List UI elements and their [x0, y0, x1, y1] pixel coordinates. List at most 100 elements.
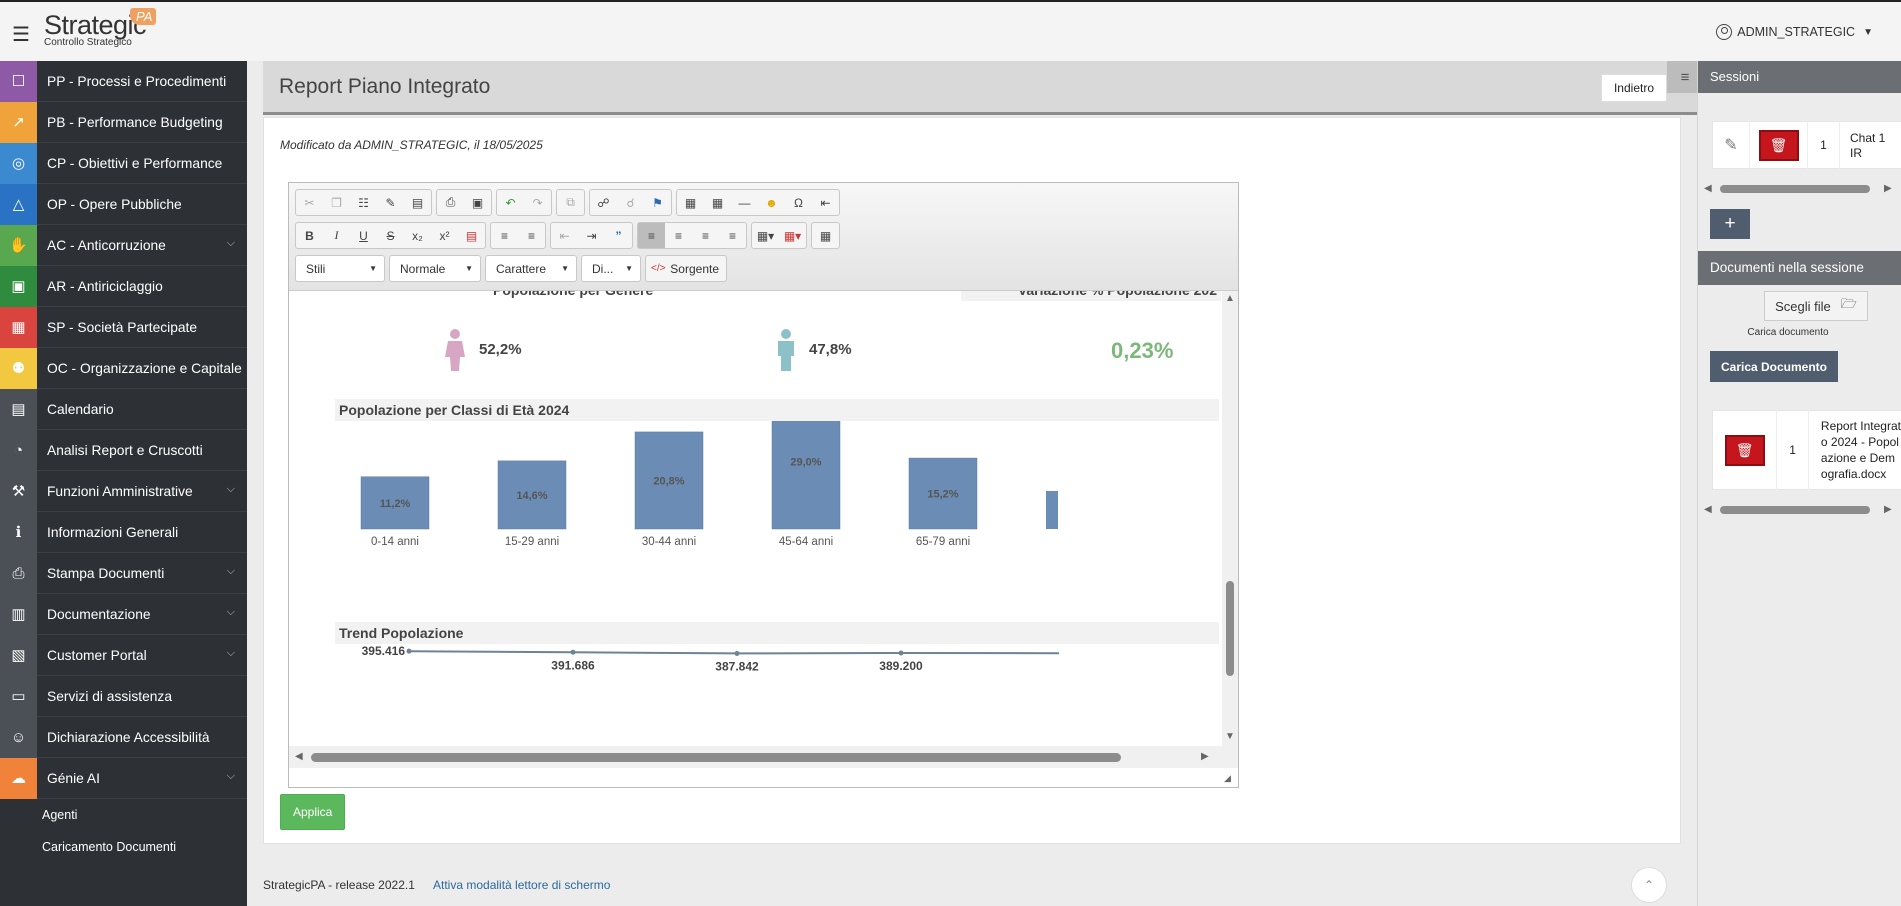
- documents-scroll-thumb[interactable]: [1720, 506, 1870, 514]
- preview-icon[interactable]: ▣: [464, 190, 491, 215]
- undo-icon[interactable]: ↶: [497, 190, 524, 215]
- smiley-icon[interactable]: ☻: [758, 190, 785, 215]
- scroll-left-arrow-icon[interactable]: ◀: [1704, 183, 1712, 194]
- vertical-scroll-thumb[interactable]: [1226, 581, 1234, 676]
- sidebar-item-pp-processi-e-procedimenti[interactable]: ☐ PP - Processi e Procedimenti: [0, 60, 247, 102]
- anchor-flag-icon[interactable]: ⚑: [644, 190, 671, 215]
- session-index: 1: [1807, 121, 1839, 169]
- sidebar-item-ac-anticorruzione[interactable]: ✋ AC - Anticorruzione ⌵: [0, 224, 247, 266]
- editor-content[interactable]: Popolazione per Genere Variazione % Popo…: [289, 291, 1238, 787]
- sidebar-item-analisi-report-e-cruscotti[interactable]: ◔ Analisi Report e Cruscotti: [0, 429, 247, 471]
- align-center-icon[interactable]: ≡: [665, 223, 692, 248]
- size-select[interactable]: Di... ▼: [581, 255, 641, 282]
- subscript-icon[interactable]: x₂: [404, 223, 431, 248]
- sidebar-item-dichiarazione-accessibilit[interactable]: ☺ Dichiarazione Accessibilità: [0, 716, 247, 758]
- edit-icon[interactable]: ✎: [1713, 135, 1749, 155]
- scroll-left-arrow-icon[interactable]: ◀: [1704, 504, 1712, 515]
- indent-icon[interactable]: ⇥: [578, 223, 605, 248]
- sessions-scrollbar[interactable]: ◀ ▶: [1698, 182, 1901, 196]
- list-group: ≡ ≡: [490, 222, 546, 249]
- align-right-icon[interactable]: ≡: [692, 223, 719, 248]
- link-icon[interactable]: ☍: [590, 190, 617, 215]
- sidebar-subitem-caricamento-documenti[interactable]: Caricamento Documenti: [0, 831, 247, 863]
- scroll-left-arrow-icon[interactable]: ◀: [295, 751, 303, 762]
- sidebar-item-g-nie-ai[interactable]: ☁ Génie AI ⌵: [0, 757, 247, 799]
- back-button[interactable]: Indietro: [1600, 74, 1667, 102]
- align-justify-icon[interactable]: ≡: [719, 223, 746, 248]
- bold-icon[interactable]: B: [296, 223, 323, 248]
- sidebar-item-informazioni-generali[interactable]: ℹ Informazioni Generali: [0, 511, 247, 553]
- scroll-right-arrow-icon[interactable]: ▶: [1884, 504, 1892, 515]
- blockquote-icon[interactable]: ”: [605, 223, 632, 248]
- italic-icon[interactable]: I: [323, 223, 350, 248]
- paste-word-icon[interactable]: ▤: [404, 190, 431, 215]
- scroll-up-arrow-icon[interactable]: ▲: [1225, 293, 1235, 304]
- scroll-down-arrow-icon[interactable]: ▼: [1225, 731, 1235, 742]
- numbered-list-icon[interactable]: ≡: [491, 223, 518, 248]
- special-char-icon[interactable]: Ω: [785, 190, 812, 215]
- sidebar-item-customer-portal[interactable]: ▧ Customer Portal ⌵: [0, 634, 247, 676]
- hamburger-menu-icon[interactable]: ☰: [12, 22, 30, 47]
- vertical-scrollbar[interactable]: ▲ ▼: [1222, 291, 1238, 746]
- superscript-icon[interactable]: x²: [431, 223, 458, 248]
- print-icon[interactable]: ⎙: [437, 190, 464, 215]
- source-button[interactable]: </> Sorgente: [645, 255, 727, 282]
- sidebar-item-stampa-documenti[interactable]: ⎙ Stampa Documenti ⌵: [0, 552, 247, 594]
- document-row[interactable]: 🗑 1 Report Integrato 2024 - Popolazione …: [1712, 410, 1901, 490]
- scroll-right-arrow-icon[interactable]: ▶: [1201, 751, 1209, 762]
- sidebar-item-funzioni-amministrative[interactable]: ⚒ Funzioni Amministrative ⌵: [0, 470, 247, 512]
- sidebar-item-sp-societ-partecipate[interactable]: ▦ SP - Società Partecipate: [0, 306, 247, 348]
- screen-reader-link[interactable]: Attiva modalità lettore di schermo: [433, 878, 610, 892]
- remove-format-icon[interactable]: ▤: [458, 223, 485, 248]
- templates-icon[interactable]: ⧉: [557, 190, 584, 215]
- underline-icon[interactable]: U: [350, 223, 377, 248]
- bulleted-list-icon[interactable]: ≡: [518, 223, 545, 248]
- sidebar-item-oc-organizzazione-e-capitale[interactable]: ⚉ OC - Organizzazione e Capitale: [0, 347, 247, 389]
- upload-document-button[interactable]: Carica Documento: [1710, 351, 1838, 382]
- table-dropdown-icon[interactable]: ▦▾: [779, 223, 806, 248]
- chevron-down-icon: ▼: [561, 264, 569, 273]
- sessions-scroll-thumb[interactable]: [1720, 185, 1870, 193]
- sidebar-item-cp-obiettivi-e-performance[interactable]: ◎ CP - Obiettivi e Performance: [0, 142, 247, 184]
- add-session-button[interactable]: +: [1710, 209, 1750, 239]
- horizontal-line-icon[interactable]: ―: [731, 190, 758, 215]
- strikethrough-icon[interactable]: S: [377, 223, 404, 248]
- delete-document-button[interactable]: 🗑: [1724, 434, 1765, 466]
- sidebar-item-documentazione[interactable]: ▥ Documentazione ⌵: [0, 593, 247, 635]
- choose-file-button[interactable]: Scegli file 🗁: [1764, 291, 1868, 321]
- page-break-icon[interactable]: ⇤: [812, 190, 839, 215]
- styles-select[interactable]: Stili ▼: [295, 255, 385, 282]
- app-logo[interactable]: Strategic PA Controllo Strategico: [44, 8, 157, 48]
- format-select[interactable]: Normale ▼: [389, 255, 481, 282]
- font-select[interactable]: Carattere ▼: [485, 255, 577, 282]
- sidebar-subitem-agenti[interactable]: Agenti: [0, 799, 247, 831]
- copy-icon[interactable]: ❐: [323, 190, 350, 215]
- image-icon[interactable]: ▦: [677, 190, 704, 215]
- redo-icon[interactable]: ↷: [524, 190, 551, 215]
- scroll-top-chevron-icon[interactable]: ⌃: [1631, 867, 1667, 903]
- delete-session-button[interactable]: 🗑: [1758, 129, 1799, 161]
- cell-dropdown-icon[interactable]: ▦▾: [752, 223, 779, 248]
- outdent-icon[interactable]: ⇤: [551, 223, 578, 248]
- paste-icon[interactable]: ☷: [350, 190, 377, 215]
- horizontal-scrollbar[interactable]: ◀ ▶: [289, 746, 1238, 768]
- paste-text-icon[interactable]: ✎: [377, 190, 404, 215]
- bar-3: [771, 421, 841, 530]
- scroll-right-arrow-icon[interactable]: ▶: [1884, 183, 1892, 194]
- table-icon[interactable]: ▦: [704, 190, 731, 215]
- align-left-icon[interactable]: ≡: [638, 223, 665, 248]
- session-row[interactable]: ✎ 🗑 1 Chat 1 IR: [1712, 121, 1901, 169]
- resize-handle-icon[interactable]: ◢: [1224, 773, 1231, 784]
- documents-scrollbar[interactable]: ◀ ▶: [1698, 503, 1901, 517]
- sidebar-item-calendario[interactable]: ▤ Calendario: [0, 388, 247, 430]
- unlink-icon[interactable]: ☌: [617, 190, 644, 215]
- sidebar-item-pb-performance-budgeting[interactable]: ↗ PB - Performance Budgeting: [0, 101, 247, 143]
- sidebar-item-ar-antiriciclaggio[interactable]: ▣ AR - Antiriciclaggio: [0, 265, 247, 307]
- sidebar-item-servizi-di-assistenza[interactable]: ▭ Servizi di assistenza: [0, 675, 247, 717]
- user-menu[interactable]: ADMIN_STRATEGIC ▼: [1716, 24, 1873, 40]
- apply-button[interactable]: Applica: [280, 794, 346, 830]
- show-blocks-icon[interactable]: ▦: [812, 223, 839, 248]
- cut-icon[interactable]: ✂: [296, 190, 323, 215]
- horizontal-scroll-thumb[interactable]: [311, 753, 1121, 762]
- sidebar-item-op-opere-pubbliche[interactable]: △ OP - Opere Pubbliche: [0, 183, 247, 225]
